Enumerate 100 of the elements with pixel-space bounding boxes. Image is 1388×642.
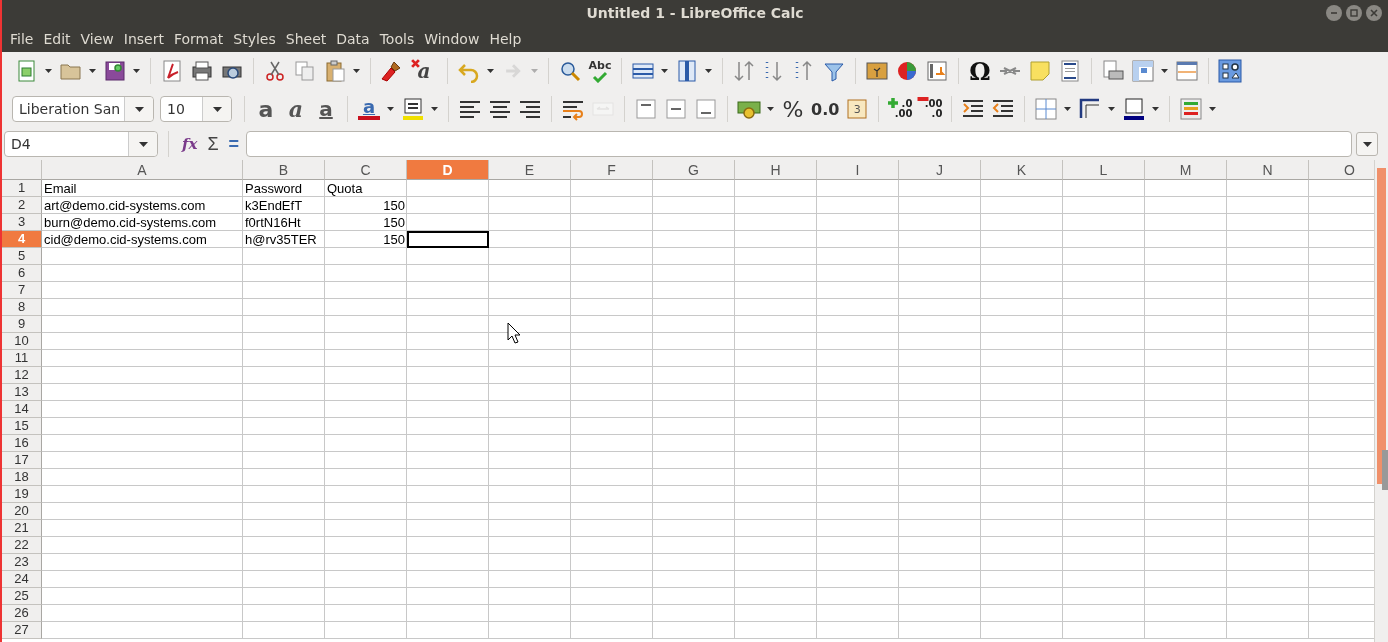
table-cell[interactable] [1227,435,1309,452]
table-cell[interactable] [243,571,325,588]
table-cell[interactable] [407,367,489,384]
formula-input-field[interactable] [246,131,1352,157]
table-cell[interactable] [981,469,1063,486]
table-cell[interactable] [42,435,243,452]
table-cell[interactable] [735,180,817,197]
name-box[interactable]: D4 [4,131,158,157]
table-cell[interactable] [1145,231,1227,248]
table-cell[interactable] [653,316,735,333]
table-cell[interactable] [1227,197,1309,214]
table-cell[interactable] [571,537,653,554]
table-cell[interactable] [407,231,489,248]
table-cell[interactable] [325,486,407,503]
table-cell[interactable]: Password [243,180,325,197]
table-cell[interactable] [1145,503,1227,520]
row-header[interactable]: 25 [2,588,42,605]
menu-item[interactable]: Format [169,31,230,47]
table-cell[interactable] [489,418,571,435]
table-cell[interactable] [407,197,489,214]
table-cell[interactable] [489,503,571,520]
table-cell[interactable] [899,197,981,214]
table-cell[interactable] [571,435,653,452]
column-header[interactable]: A [42,160,243,180]
table-cell[interactable] [42,503,243,520]
row-header[interactable]: 12 [2,367,42,384]
table-cell[interactable] [735,418,817,435]
row-header[interactable]: 10 [2,333,42,350]
table-cell[interactable] [325,299,407,316]
table-cell[interactable] [489,537,571,554]
table-cell[interactable] [243,265,325,282]
table-cell[interactable] [325,452,407,469]
table-cell[interactable] [735,333,817,350]
table-cell[interactable] [571,197,653,214]
table-cell[interactable] [42,333,243,350]
table-cell[interactable] [1145,486,1227,503]
table-cell[interactable] [1227,622,1309,639]
table-cell[interactable] [899,503,981,520]
table-cell[interactable] [981,180,1063,197]
table-cell[interactable] [1227,520,1309,537]
table-cell[interactable] [571,214,653,231]
table-cell[interactable] [653,605,735,622]
table-cell[interactable] [489,180,571,197]
column-header[interactable]: N [1227,160,1309,180]
table-cell[interactable] [899,486,981,503]
table-cell[interactable] [899,520,981,537]
table-cell[interactable]: art@demo.cid-systems.com [42,197,243,214]
table-cell[interactable] [981,265,1063,282]
table-cell[interactable] [899,571,981,588]
table-cell[interactable] [1063,503,1145,520]
table-cell[interactable] [42,622,243,639]
table-cell[interactable] [653,469,735,486]
menu-item[interactable]: Sheet [281,31,333,47]
table-cell[interactable] [1063,435,1145,452]
table-cell[interactable] [489,588,571,605]
table-cell[interactable] [571,520,653,537]
table-cell[interactable] [407,588,489,605]
table-cell[interactable] [981,554,1063,571]
row-header[interactable]: 16 [2,435,42,452]
table-cell[interactable] [489,384,571,401]
table-cell[interactable]: 150 [325,197,407,214]
table-cell[interactable] [571,282,653,299]
table-cell[interactable] [42,605,243,622]
table-cell[interactable] [407,214,489,231]
table-cell[interactable] [1227,180,1309,197]
table-cell[interactable] [42,571,243,588]
table-cell[interactable] [1063,231,1145,248]
table-cell[interactable] [735,588,817,605]
table-cell[interactable] [653,435,735,452]
table-cell[interactable] [407,605,489,622]
row-header[interactable]: 15 [2,418,42,435]
column-header[interactable]: F [571,160,653,180]
table-cell[interactable] [243,622,325,639]
table-cell[interactable] [817,180,899,197]
table-cell[interactable] [981,197,1063,214]
table-cell[interactable] [653,248,735,265]
table-cell[interactable] [42,554,243,571]
row-header[interactable]: 21 [2,520,42,537]
table-cell[interactable] [42,384,243,401]
table-cell[interactable] [981,248,1063,265]
table-cell[interactable] [653,554,735,571]
table-cell[interactable] [1063,571,1145,588]
menu-item[interactable]: Data [332,31,376,47]
table-cell[interactable] [735,469,817,486]
table-cell[interactable] [981,503,1063,520]
table-cell[interactable] [407,384,489,401]
table-cell[interactable] [899,452,981,469]
menu-item[interactable]: Window [420,31,486,47]
table-cell[interactable] [407,180,489,197]
table-cell[interactable] [407,452,489,469]
table-cell[interactable]: cid@demo.cid-systems.com [42,231,243,248]
table-cell[interactable] [1227,537,1309,554]
table-cell[interactable] [817,384,899,401]
table-cell[interactable] [981,452,1063,469]
table-cell[interactable] [325,350,407,367]
table-cell[interactable] [42,316,243,333]
table-cell[interactable] [981,537,1063,554]
column-header[interactable]: M [1145,160,1227,180]
table-cell[interactable] [817,282,899,299]
table-cell[interactable] [817,537,899,554]
